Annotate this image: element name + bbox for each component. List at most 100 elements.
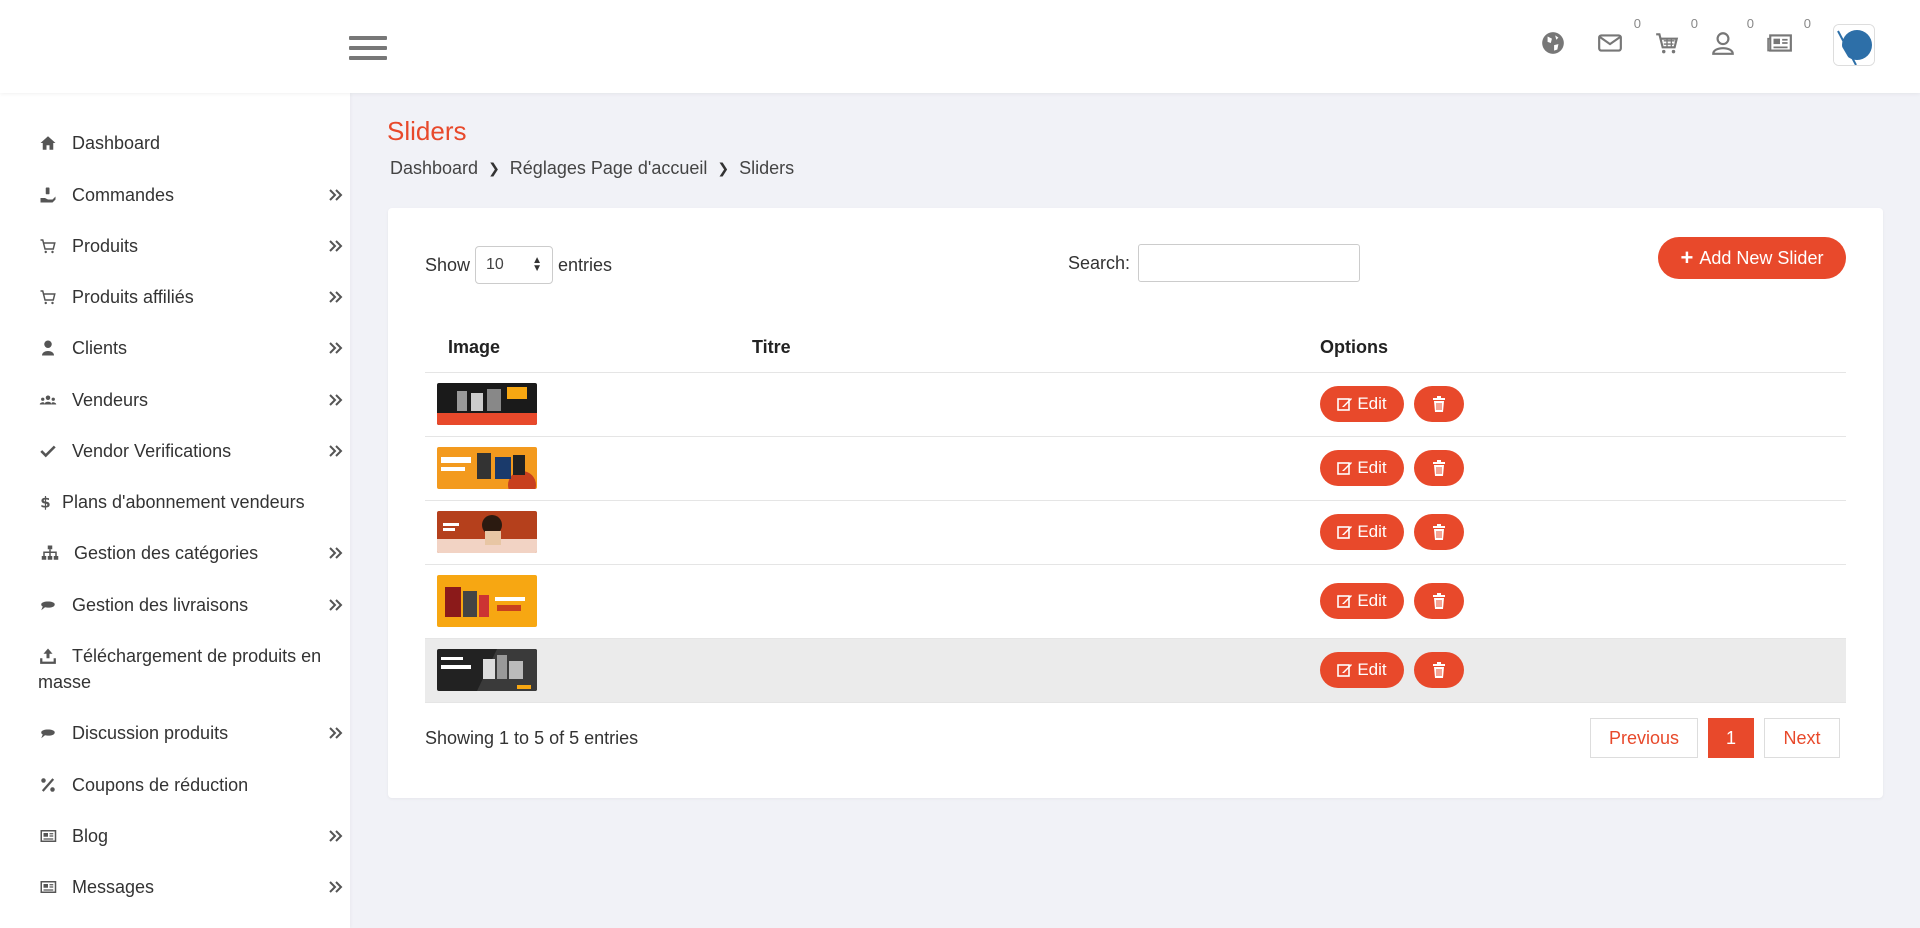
hamburger-menu-icon[interactable] bbox=[349, 36, 387, 64]
edit-button[interactable]: Edit bbox=[1320, 386, 1404, 422]
sidebar-item-discussion-produits[interactable]: Discussion produits bbox=[38, 715, 343, 751]
edit-button[interactable]: Edit bbox=[1320, 450, 1404, 486]
sidebar-item-commandes[interactable]: Commandes bbox=[38, 177, 343, 213]
double-chevron-right-icon bbox=[326, 390, 346, 410]
sidebar-item-label: Commandes bbox=[72, 184, 175, 205]
double-chevron-right-icon bbox=[326, 338, 346, 358]
newspaper-icon[interactable]: 0 bbox=[1767, 16, 1811, 60]
sidebar-item-label: Produits bbox=[72, 235, 139, 256]
image-cell bbox=[425, 638, 740, 703]
sidebar-item-label: Blog bbox=[72, 825, 109, 846]
options-cell: Edit bbox=[1308, 436, 1846, 501]
edit-icon bbox=[1337, 595, 1353, 608]
users-icon bbox=[38, 390, 58, 410]
image-cell bbox=[425, 372, 740, 437]
sidebar-item-plans-abonnement[interactable]: $ Plans d'abonnement vendeurs bbox=[38, 484, 328, 520]
sidebar-item-gestion-categories[interactable]: Gestion des catégories bbox=[38, 535, 343, 571]
table-row: Edit bbox=[425, 372, 1846, 437]
sidebar-item-label: Téléchargement de produits en masse bbox=[38, 646, 322, 692]
cart-count: 0 bbox=[1690, 16, 1698, 31]
entries-select-value: 10 bbox=[486, 256, 504, 273]
entries-label: entries bbox=[558, 254, 613, 275]
double-chevron-right-icon bbox=[326, 543, 346, 563]
search-control: Search: bbox=[1068, 244, 1361, 282]
edit-icon bbox=[1337, 398, 1353, 411]
slider-image bbox=[437, 575, 537, 627]
upload-icon bbox=[38, 646, 58, 666]
sidebar-item-label: Coupons de réduction bbox=[72, 774, 249, 795]
delete-button[interactable] bbox=[1414, 652, 1465, 688]
breadcrumb-dashboard[interactable]: Dashboard bbox=[390, 158, 478, 179]
sidebar-item-clients[interactable]: Clients bbox=[38, 330, 343, 366]
sidebar-item-label: Gestion des livraisons bbox=[72, 594, 249, 615]
sidebar-item-produits[interactable]: Produits bbox=[38, 228, 343, 264]
edit-icon bbox=[1337, 526, 1353, 539]
sliders-table: Image Titre Options Edit Edit Edit Edit … bbox=[425, 324, 1846, 703]
previous-page-button[interactable]: Previous bbox=[1590, 718, 1698, 758]
delete-button[interactable] bbox=[1414, 514, 1465, 550]
delete-button[interactable] bbox=[1414, 450, 1465, 486]
column-header-titre[interactable]: Titre bbox=[740, 324, 1308, 373]
edit-label: Edit bbox=[1357, 660, 1387, 679]
chevron-right-icon: ❯ bbox=[717, 160, 730, 176]
breadcrumb: Dashboard ❯ Réglages Page d'accueil ❯ Sl… bbox=[390, 158, 794, 179]
chevron-right-icon: ❯ bbox=[488, 160, 500, 176]
pagination: Previous 1 Next bbox=[1590, 718, 1840, 758]
table-header-row: Image Titre Options bbox=[425, 324, 1846, 373]
sidebar-item-telechargement-masse[interactable]: Téléchargement de produits en masse bbox=[38, 643, 338, 699]
add-new-slider-button[interactable]: + Add New Slider bbox=[1658, 237, 1846, 279]
news-count: 0 bbox=[1803, 16, 1811, 31]
slider-image bbox=[437, 511, 537, 553]
avatar[interactable] bbox=[1833, 24, 1875, 66]
sitemap-icon bbox=[38, 543, 62, 563]
edit-icon bbox=[1337, 664, 1353, 677]
globe-icon[interactable] bbox=[1540, 30, 1570, 60]
delete-button[interactable] bbox=[1414, 583, 1465, 619]
edit-label: Edit bbox=[1357, 522, 1387, 541]
image-cell bbox=[425, 500, 740, 565]
page-1-button[interactable]: 1 bbox=[1708, 718, 1754, 758]
edit-button[interactable]: Edit bbox=[1320, 514, 1404, 550]
title-cell bbox=[740, 564, 1308, 639]
cart-icon bbox=[38, 236, 58, 256]
mail-icon[interactable]: 0 bbox=[1597, 16, 1641, 60]
cart-icon bbox=[38, 287, 58, 307]
double-chevron-right-icon bbox=[326, 877, 346, 897]
mail-count: 0 bbox=[1633, 16, 1641, 31]
edit-label: Edit bbox=[1357, 591, 1387, 610]
double-chevron-right-icon bbox=[326, 723, 346, 743]
column-header-image[interactable]: Image bbox=[425, 324, 740, 373]
sidebar-item-label: Gestion des catégories bbox=[74, 542, 259, 563]
sidebar-item-label: Dashboard bbox=[72, 132, 161, 153]
sidebar-item-vendor-verifications[interactable]: Vendor Verifications bbox=[38, 433, 343, 469]
column-header-options[interactable]: Options bbox=[1308, 324, 1846, 373]
entries-select[interactable]: 10 ▲ ▼ bbox=[475, 246, 554, 284]
hand-holding-icon bbox=[38, 185, 58, 205]
sidebar-item-dashboard[interactable]: Dashboard bbox=[38, 125, 328, 161]
delete-button[interactable] bbox=[1414, 386, 1465, 422]
sidebar-item-produits-affilies[interactable]: Produits affiliés bbox=[38, 279, 343, 315]
dollar-icon: $ bbox=[38, 492, 50, 512]
user-count: 0 bbox=[1746, 16, 1754, 31]
page-title: Sliders bbox=[387, 116, 467, 146]
sidebar-item-vendeurs[interactable]: Vendeurs bbox=[38, 382, 343, 418]
sort-updown-icon: ▲ ▼ bbox=[532, 255, 543, 274]
user-icon[interactable]: 0 bbox=[1710, 16, 1754, 60]
sidebar-item-blog[interactable]: Blog bbox=[38, 818, 343, 854]
breadcrumb-sliders: Sliders bbox=[739, 158, 795, 178]
table-info: Showing 1 to 5 of 5 entries bbox=[425, 728, 639, 748]
cart-icon[interactable]: 0 bbox=[1654, 16, 1698, 60]
edit-button[interactable]: Edit bbox=[1320, 583, 1404, 619]
slider-image bbox=[437, 447, 537, 489]
breadcrumb-reglages[interactable]: Réglages Page d'accueil bbox=[510, 158, 708, 179]
search-input[interactable] bbox=[1138, 244, 1361, 282]
sidebar: Dashboard Commandes Produits Produits af… bbox=[0, 93, 350, 928]
percent-icon bbox=[38, 775, 58, 795]
table-row: Edit bbox=[425, 436, 1846, 501]
sidebar-item-messages[interactable]: Messages bbox=[38, 869, 343, 905]
next-page-button[interactable]: Next bbox=[1764, 718, 1840, 758]
sidebar-item-coupons[interactable]: Coupons de réduction bbox=[38, 767, 328, 803]
sidebar-item-gestion-livraisons[interactable]: Gestion des livraisons bbox=[38, 587, 343, 623]
sidebar-item-label: Plans d'abonnement vendeurs bbox=[62, 491, 305, 512]
edit-button[interactable]: Edit bbox=[1320, 652, 1404, 688]
